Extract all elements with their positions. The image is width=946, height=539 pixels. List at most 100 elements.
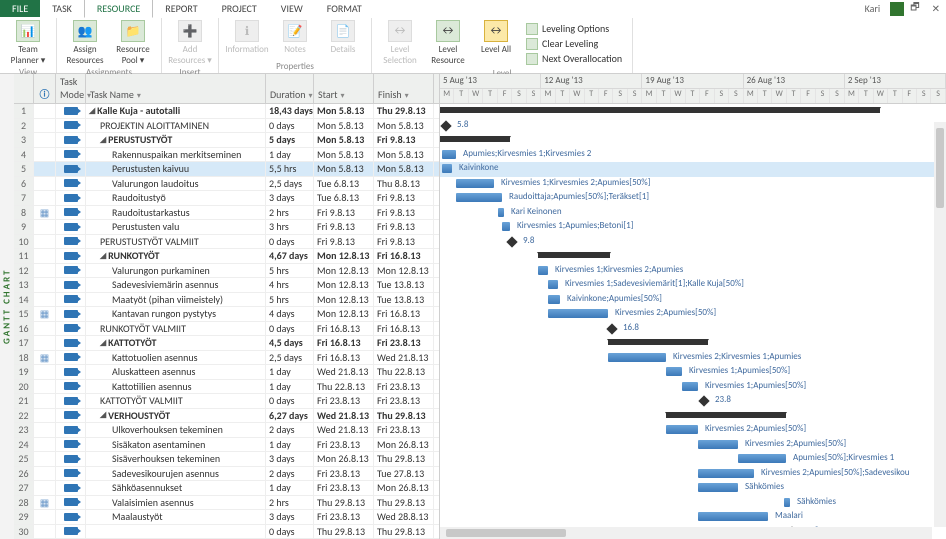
- row-duration[interactable]: 4,67 days: [266, 249, 314, 263]
- gantt-bar[interactable]: [442, 164, 452, 173]
- tab-resource[interactable]: RESOURCE: [84, 0, 153, 18]
- collapse-icon[interactable]: ◢: [89, 106, 95, 116]
- row-taskname[interactable]: Sähköasennukset: [86, 481, 266, 495]
- row-start[interactable]: Fri 9.8.13: [314, 235, 374, 249]
- row-finish[interactable]: Mon 5.8.13: [374, 119, 434, 133]
- row-number[interactable]: 10: [14, 235, 34, 249]
- row-finish[interactable]: Wed 21.8.13: [374, 351, 434, 365]
- gantt-bar[interactable]: [608, 353, 666, 362]
- row-number[interactable]: 25: [14, 452, 34, 466]
- row-start[interactable]: Wed 21.8.13: [314, 409, 374, 423]
- row-finish[interactable]: Mon 5.8.13: [374, 148, 434, 162]
- assign-resources-button[interactable]: 👥Assign Resources: [63, 20, 107, 66]
- row-start[interactable]: Wed 21.8.13: [314, 423, 374, 437]
- table-row[interactable]: 20Kattotiilien asennus1 dayThu 22.8.13Fr…: [14, 380, 439, 395]
- row-finish[interactable]: Fri 9.8.13: [374, 235, 434, 249]
- row-finish[interactable]: Fri 23.8.13: [374, 394, 434, 408]
- gantt-bar[interactable]: [608, 339, 708, 345]
- row-mode[interactable]: [56, 104, 86, 118]
- row-start[interactable]: Wed 21.8.13: [314, 365, 374, 379]
- row-mode[interactable]: [56, 177, 86, 191]
- gantt-bar[interactable]: [456, 193, 502, 202]
- chart-row[interactable]: [440, 104, 946, 119]
- table-row[interactable]: 25Sisäverhouksen tekeminen3 daysMon 26.8…: [14, 452, 439, 467]
- row-mode[interactable]: [56, 278, 86, 292]
- row-number[interactable]: 12: [14, 264, 34, 278]
- chart-row[interactable]: 9.8: [440, 235, 946, 250]
- row-finish[interactable]: Mon 26.8.13: [374, 438, 434, 452]
- row-number[interactable]: 24: [14, 438, 34, 452]
- gantt-bar[interactable]: [698, 512, 768, 521]
- table-row[interactable]: 23Ulkoverhouksen tekeminen2 daysWed 21.8…: [14, 423, 439, 438]
- table-row[interactable]: 21KATTOTYÖT VALMIIT0 daysFri 23.8.13Fri …: [14, 394, 439, 409]
- table-row[interactable]: 22◢VERHOUSTYÖT6,27 daysWed 21.8.13Thu 29…: [14, 409, 439, 424]
- row-mode[interactable]: [56, 423, 86, 437]
- collapse-icon[interactable]: ◢: [100, 251, 106, 261]
- table-row[interactable]: 6Valurungon laudoitus2,5 daysTue 6.8.13T…: [14, 177, 439, 192]
- row-number[interactable]: 13: [14, 278, 34, 292]
- gantt-bar[interactable]: [682, 382, 698, 391]
- gantt-bar[interactable]: [440, 107, 880, 113]
- info-button[interactable]: ℹInformation: [225, 20, 269, 60]
- row-duration[interactable]: 3 hrs: [266, 220, 314, 234]
- row-number[interactable]: 15: [14, 307, 34, 321]
- row-mode[interactable]: [56, 322, 86, 336]
- row-start[interactable]: Thu 29.8.13: [314, 525, 374, 539]
- row-start[interactable]: Fri 9.8.13: [314, 220, 374, 234]
- row-finish[interactable]: Tue 13.8.13: [374, 278, 434, 292]
- row-finish[interactable]: Fri 16.8.13: [374, 249, 434, 263]
- col-taskmode[interactable]: Task Mode: [56, 74, 86, 103]
- chart-row[interactable]: [440, 249, 946, 264]
- tab-project[interactable]: PROJECT: [210, 0, 269, 17]
- row-taskname[interactable]: Valaisimien asennus: [86, 496, 266, 510]
- row-duration[interactable]: 4,5 days: [266, 336, 314, 350]
- gantt-bar[interactable]: [738, 454, 786, 463]
- chart-row[interactable]: Sähkömies: [440, 481, 946, 496]
- chart-row[interactable]: [440, 133, 946, 148]
- row-number[interactable]: 28: [14, 496, 34, 510]
- row-duration[interactable]: 0 days: [266, 235, 314, 249]
- table-row[interactable]: 12Valurungon purkaminen5 hrsMon 12.8.13M…: [14, 264, 439, 279]
- milestone-marker[interactable]: [440, 120, 451, 131]
- row-taskname[interactable]: Raudoitustarkastus: [86, 206, 266, 220]
- row-mode[interactable]: [56, 510, 86, 524]
- row-number[interactable]: 4: [14, 148, 34, 162]
- row-mode[interactable]: [56, 438, 86, 452]
- chart-row[interactable]: 16.8: [440, 322, 946, 337]
- scroll-thumb[interactable]: [446, 529, 566, 537]
- chart-row[interactable]: Kirvesmies 2;Apumies[50%]: [440, 438, 946, 453]
- resource-pool-button[interactable]: 📁Resource Pool ▾: [111, 20, 155, 66]
- leveling-options-button[interactable]: Leveling Options: [526, 22, 622, 35]
- table-row[interactable]: 11◢RUNKOTYÖT4,67 daysMon 12.8.13Fri 16.8…: [14, 249, 439, 264]
- row-start[interactable]: Fri 16.8.13: [314, 351, 374, 365]
- row-taskname[interactable]: Kattotuolien asennus: [86, 351, 266, 365]
- row-start[interactable]: Fri 16.8.13: [314, 322, 374, 336]
- row-number[interactable]: 6: [14, 177, 34, 191]
- row-taskname[interactable]: PROJEKTIN ALOITTAMINEN: [86, 119, 266, 133]
- row-number[interactable]: 3: [14, 133, 34, 147]
- chart-row[interactable]: Kirvesmies 2;Apumies[50%]: [440, 307, 946, 322]
- row-taskname[interactable]: Raudoitustyö: [86, 191, 266, 205]
- row-taskname[interactable]: Kattotiilien asennus: [86, 380, 266, 394]
- row-mode[interactable]: [56, 496, 86, 510]
- table-row[interactable]: 24Sisäkaton asentaminen1 dayFri 23.8.13M…: [14, 438, 439, 453]
- row-taskname[interactable]: Valurungon purkaminen: [86, 264, 266, 278]
- table-row[interactable]: 14Maatyöt (pihan viimeistely)5 hrsMon 12…: [14, 293, 439, 308]
- row-finish[interactable]: Wed 28.8.13: [374, 510, 434, 524]
- table-row[interactable]: 4Rakennuspaikan merkitseminen1 dayMon 5.…: [14, 148, 439, 163]
- chart-row[interactable]: [440, 409, 946, 424]
- row-duration[interactable]: 1 day: [266, 481, 314, 495]
- row-taskname[interactable]: ◢VERHOUSTYÖT: [86, 409, 266, 423]
- row-duration[interactable]: 0 days: [266, 525, 314, 539]
- gantt-bar[interactable]: [548, 295, 560, 304]
- row-duration[interactable]: 1 day: [266, 365, 314, 379]
- row-taskname[interactable]: Maalaustyöt: [86, 510, 266, 524]
- milestone-marker[interactable]: [506, 236, 517, 247]
- row-start[interactable]: Mon 5.8.13: [314, 162, 374, 176]
- gantt-bar[interactable]: [498, 208, 504, 217]
- tab-format[interactable]: FORMAT: [315, 0, 374, 17]
- row-taskname[interactable]: ◢RUNKOTYÖT: [86, 249, 266, 263]
- chart-row[interactable]: Kirvesmies 2;Apumies[50%];Sadevesikou: [440, 467, 946, 482]
- row-mode[interactable]: [56, 394, 86, 408]
- row-mode[interactable]: [56, 119, 86, 133]
